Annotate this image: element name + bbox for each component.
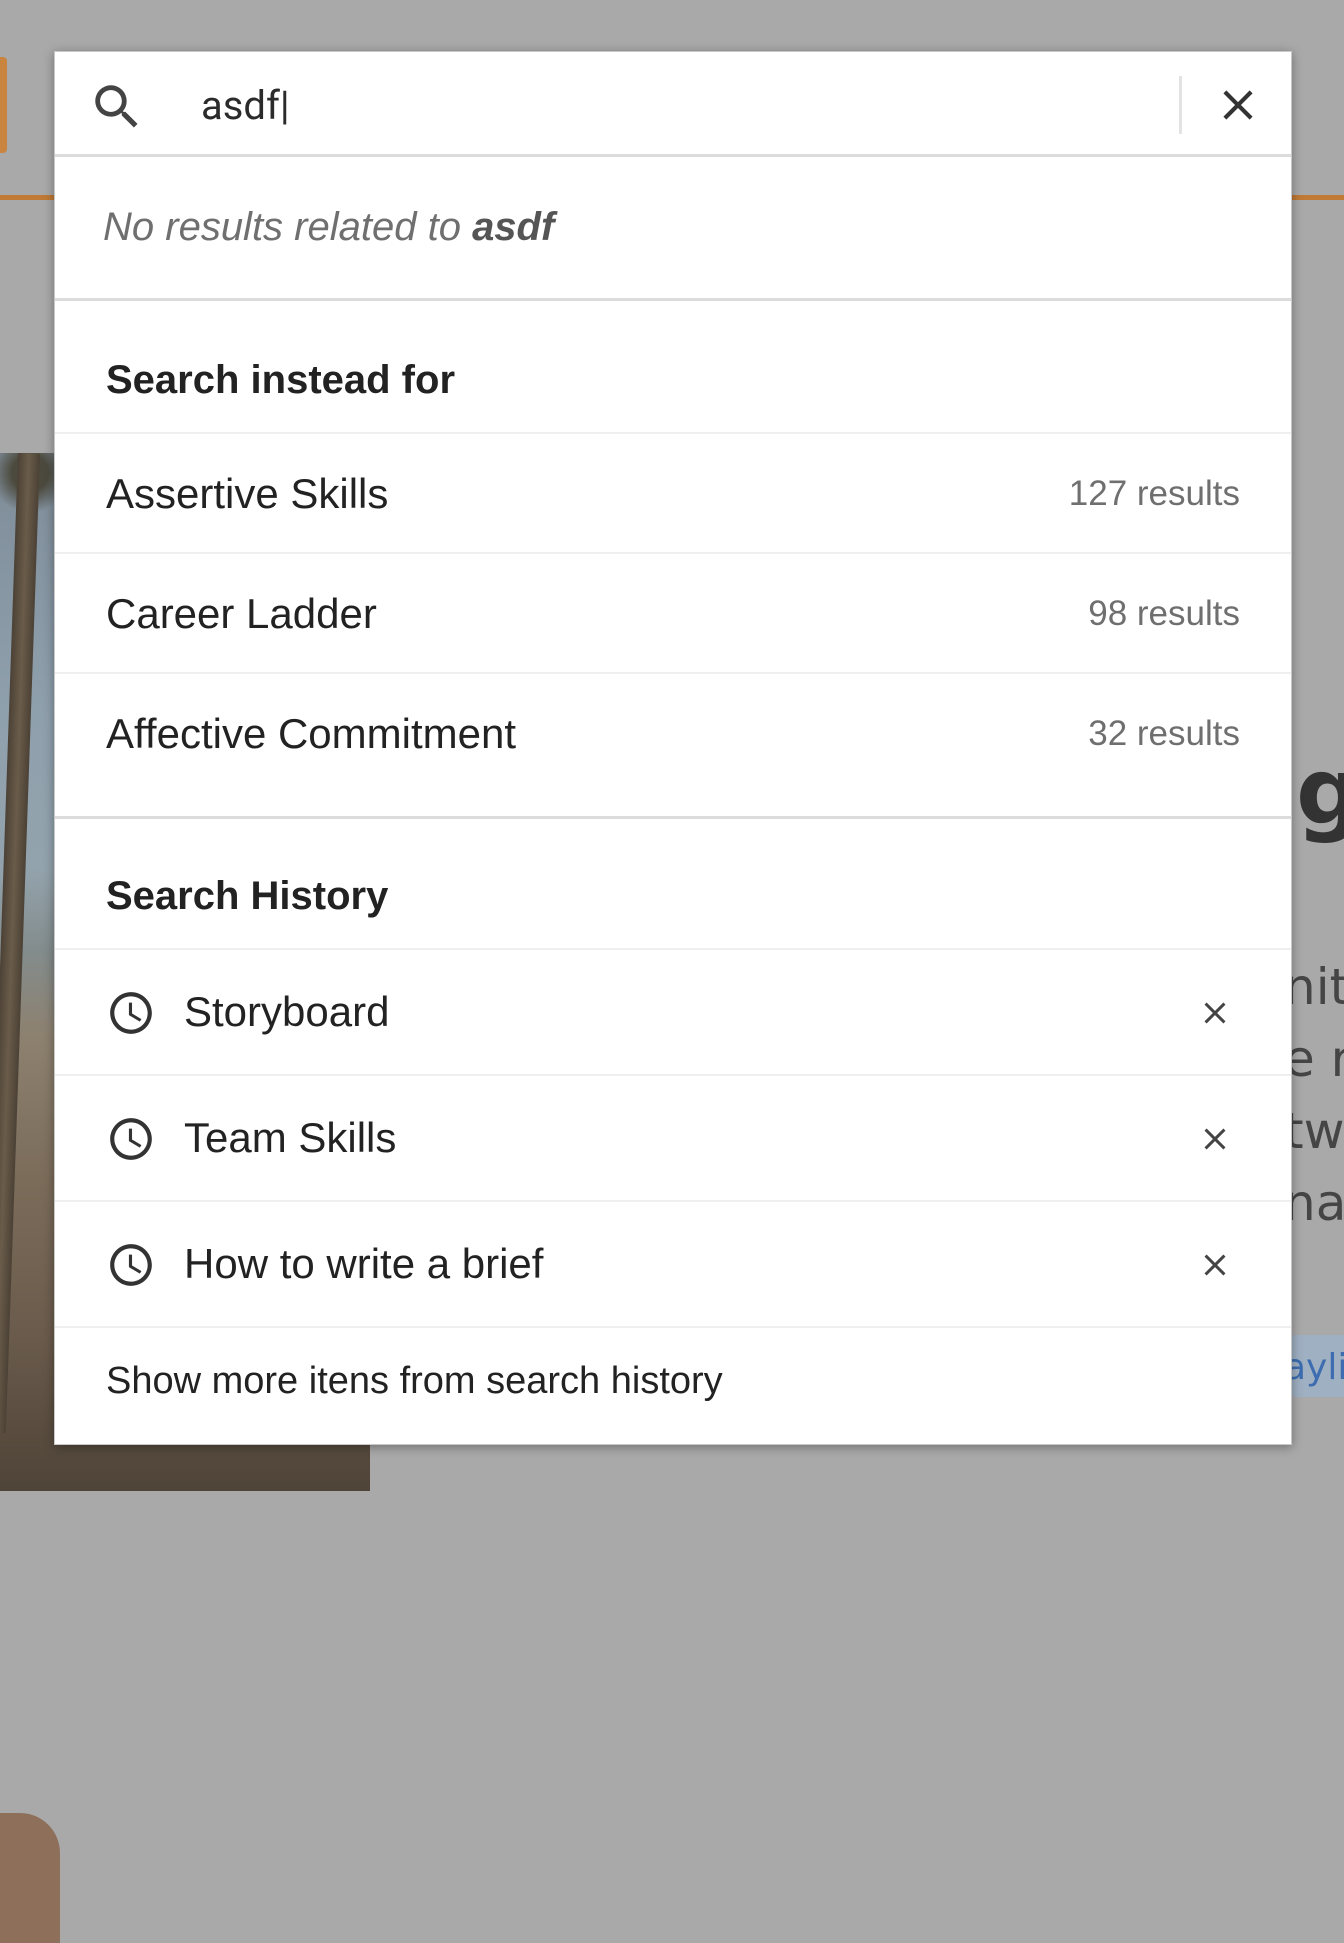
suggestion-count: 127 results [1068, 474, 1240, 513]
section-divider [55, 816, 1291, 819]
history-title: Search History [106, 874, 389, 918]
no-results-message: No results related to asdf [55, 157, 1291, 301]
suggestion-label: Assertive Skills [106, 470, 389, 517]
search-input[interactable] [201, 74, 1101, 136]
suggestion-item[interactable]: Assertive Skills 127 results [55, 432, 1291, 552]
clock-icon [110, 1118, 152, 1160]
history-label: Team Skills [184, 1114, 397, 1161]
clock-icon [110, 992, 152, 1034]
search-panel: No results related to asdf Search instea… [54, 51, 1292, 1445]
clock-icon [110, 1244, 152, 1286]
no-results-text: No results related to asdf [103, 205, 554, 250]
history-label: How to write a brief [184, 1240, 544, 1287]
suggestion-item[interactable]: Career Ladder 98 results [55, 552, 1291, 672]
suggestion-label: Affective Commitment [106, 710, 517, 757]
search-divider [1179, 76, 1182, 134]
history-item[interactable]: Storyboard [55, 948, 1291, 1074]
search-icon [95, 85, 138, 128]
close-icon[interactable] [1213, 80, 1263, 130]
no-results-term: asdf [472, 205, 555, 249]
hero-paragraph-line: nit [1284, 958, 1344, 1016]
history-item[interactable]: Team Skills [55, 1074, 1291, 1200]
suggestions-title: Search instead for [106, 358, 456, 402]
photo-hand [0, 1813, 60, 1943]
header-button [0, 57, 7, 153]
no-results-prefix: No results related to [103, 205, 473, 249]
close-icon[interactable] [1197, 1247, 1233, 1283]
suggestion-count: 98 results [1088, 594, 1240, 633]
suggestion-count: 32 results [1088, 714, 1240, 753]
history-item[interactable]: How to write a brief [55, 1200, 1291, 1326]
suggestion-item[interactable]: Affective Commitment 32 results [55, 672, 1291, 792]
close-icon[interactable] [1197, 995, 1233, 1031]
suggestion-label: Career Ladder [106, 590, 377, 637]
palm-trunk [0, 453, 40, 1434]
hero-paragraph-line: nas [1284, 1174, 1344, 1232]
show-more-history-link[interactable]: Show more itens from search history [106, 1360, 723, 1403]
close-icon[interactable] [1197, 1121, 1233, 1157]
hero-paragraph-line: tw [1284, 1102, 1344, 1160]
search-bar [55, 52, 1291, 157]
hero-paragraph-line: e re [1284, 1030, 1344, 1088]
history-label: Storyboard [184, 988, 390, 1035]
hero-heading-fragment: g [1296, 738, 1344, 845]
playlist-tag-label: aylis [1284, 1347, 1344, 1388]
